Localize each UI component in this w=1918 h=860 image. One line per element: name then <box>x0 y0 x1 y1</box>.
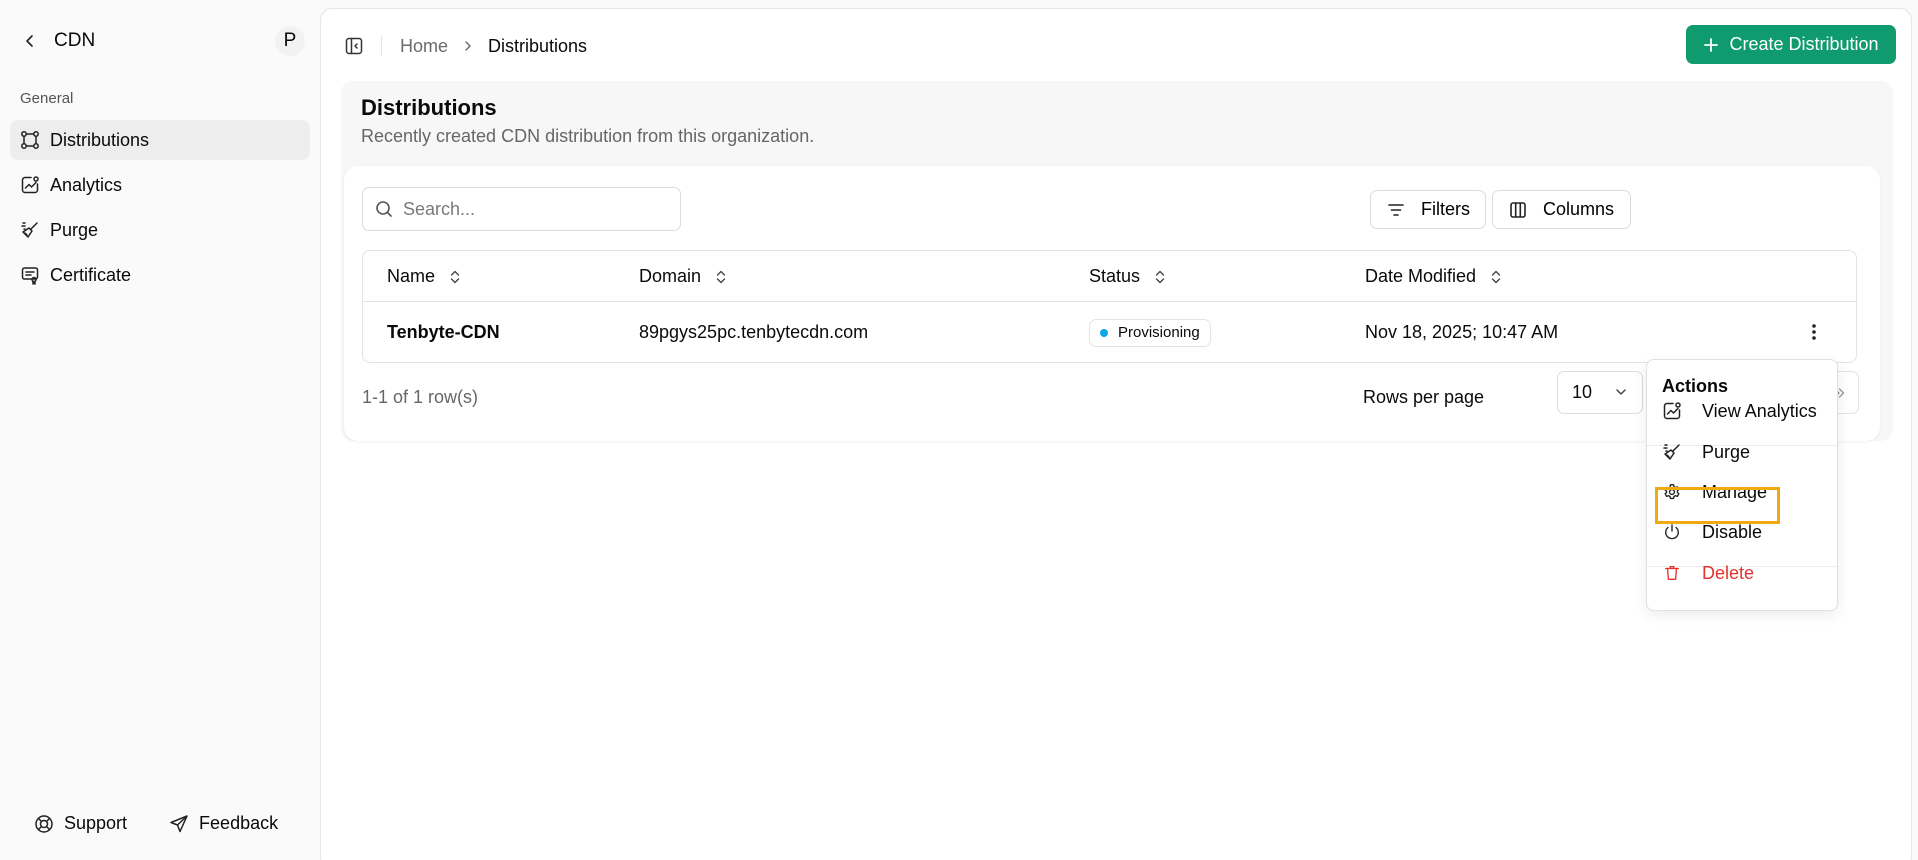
column-header-status[interactable]: Status <box>1089 251 1166 302</box>
menu-item-label: Disable <box>1702 521 1763 542</box>
column-header-date-modified[interactable]: Date Modified <box>1365 251 1502 302</box>
status-dot <box>1100 328 1108 337</box>
rows-per-page-select[interactable]: 10 <box>1557 371 1643 414</box>
sidebar-item-certificate[interactable]: Certificate <box>10 255 310 295</box>
sidebar-item-label: Certificate <box>50 264 132 285</box>
chevron-down-icon <box>1614 385 1628 399</box>
cell-status: Provisioning <box>1089 302 1211 363</box>
breadcrumb: Home Distributions <box>400 36 587 57</box>
chevron-right-icon <box>462 40 474 52</box>
sidebar-item-label: Distributions <box>50 129 150 150</box>
column-header-label: Name <box>387 266 436 286</box>
status-label: Provisioning <box>1118 324 1200 341</box>
column-header-name[interactable]: Name <box>387 251 461 302</box>
lifebuoy-icon <box>34 814 54 834</box>
feedback-label: Feedback <box>199 813 279 833</box>
distributions-table: Name Domain Status Date Modified Tenbyte… <box>362 250 1857 363</box>
filter-icon <box>1387 200 1405 220</box>
table-row[interactable]: Tenbyte-CDN 89pgys25pc.tenbytecdn.com Pr… <box>363 302 1856 363</box>
sort-icon <box>1154 269 1166 285</box>
page-title: Distributions <box>361 95 497 120</box>
search-box <box>362 187 681 231</box>
chevron-left-icon[interactable] <box>20 31 40 51</box>
cell-name: Tenbyte-CDN <box>387 322 500 342</box>
distributions-icon <box>20 130 40 150</box>
purge-icon <box>1662 442 1682 462</box>
columns-icon <box>1509 200 1527 220</box>
plus-icon <box>1703 37 1719 53</box>
sidebar-footer: Support Feedback <box>34 813 320 834</box>
sidebar-title: CDN <box>54 30 96 51</box>
sidebar-nav: Distributions Analytics Purge Certificat… <box>10 120 310 300</box>
analytics-icon <box>20 175 40 195</box>
column-header-domain[interactable]: Domain <box>639 251 727 302</box>
analytics-icon <box>1662 401 1682 421</box>
breadcrumb-home[interactable]: Home <box>400 36 448 57</box>
search-input[interactable] <box>403 198 663 220</box>
sidebar-header: CDN P <box>20 24 305 58</box>
create-distribution-button[interactable]: Create Distribution <box>1686 25 1896 64</box>
power-icon <box>1662 522 1682 542</box>
sort-icon <box>449 269 461 285</box>
manage-highlight-box <box>1655 487 1780 524</box>
create-distribution-label: Create Distribution <box>1729 34 1879 54</box>
sidebar-item-analytics[interactable]: Analytics <box>10 165 310 205</box>
status-badge: Provisioning <box>1089 318 1211 347</box>
sidebar-item-purge[interactable]: Purge <box>10 210 310 250</box>
menu-item-view-analytics[interactable]: View Analytics <box>1653 393 1833 429</box>
sort-icon <box>715 269 727 285</box>
row-count: 1-1 of 1 row(s) <box>362 387 479 407</box>
cell-domain: 89pgys25pc.tenbytecdn.com <box>639 322 869 342</box>
sidebar-item-label: Analytics <box>50 174 123 195</box>
column-header-label: Status <box>1089 266 1141 286</box>
sidebar-toggle-icon[interactable] <box>345 36 365 56</box>
send-icon <box>169 814 189 834</box>
certificate-icon <box>20 265 40 285</box>
sidebar-item-distributions[interactable]: Distributions <box>10 120 310 160</box>
sidebar-group-label: General <box>20 90 74 107</box>
rows-per-page-value: 10 <box>1572 382 1593 402</box>
divider <box>381 36 382 56</box>
sidebar: CDN P General Distributions Analytics Pu… <box>0 0 320 860</box>
menu-item-label: View Analytics <box>1702 400 1817 421</box>
columns-button[interactable]: Columns <box>1492 190 1631 229</box>
purge-icon <box>20 220 40 240</box>
rows-per-page-label: Rows per page <box>1363 387 1485 407</box>
filters-label: Filters <box>1421 199 1470 219</box>
table-header: Name Domain Status Date Modified <box>363 251 1856 302</box>
column-header-label: Domain <box>639 266 702 286</box>
breadcrumb-current: Distributions <box>488 35 588 56</box>
support-label: Support <box>64 813 128 833</box>
columns-label: Columns <box>1543 199 1615 219</box>
page-subtitle: Recently created CDN distribution from t… <box>361 126 815 146</box>
filters-button[interactable]: Filters <box>1370 190 1486 229</box>
menu-item-purge[interactable]: Purge <box>1653 434 1833 470</box>
feedback-link[interactable]: Feedback <box>169 813 278 834</box>
cell-date-modified: Nov 18, 2025; 10:47 AM <box>1365 322 1559 342</box>
support-link[interactable]: Support <box>34 813 127 834</box>
avatar[interactable]: P <box>275 26 305 56</box>
more-vertical-icon[interactable] <box>1802 320 1826 344</box>
topbar: Home Distributions <box>345 29 587 63</box>
trash-icon <box>1662 563 1682 583</box>
menu-item-label: Delete <box>1702 562 1755 583</box>
menu-item-label: Purge <box>1702 441 1751 462</box>
sidebar-item-label: Purge <box>50 219 99 240</box>
column-header-label: Date Modified <box>1365 266 1477 286</box>
search-icon <box>375 200 393 218</box>
actions-menu: Actions View Analytics Purge Manage Disa… <box>1646 359 1838 611</box>
sort-icon <box>1490 269 1502 285</box>
menu-item-delete[interactable]: Delete <box>1653 555 1833 591</box>
